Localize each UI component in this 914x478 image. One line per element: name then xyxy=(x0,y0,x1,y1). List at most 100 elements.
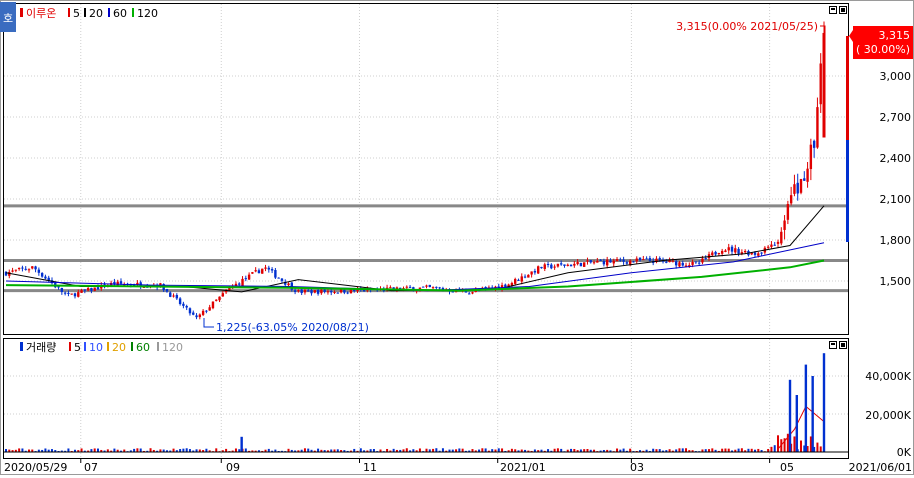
candle-body xyxy=(93,287,96,291)
candle-body xyxy=(274,270,277,278)
candle-body xyxy=(757,253,760,256)
legend-ma20-marker xyxy=(84,8,86,17)
legend-vma5-marker xyxy=(69,342,71,351)
candle-body xyxy=(63,292,67,294)
volume-bar xyxy=(96,448,99,452)
candle-body xyxy=(90,287,93,291)
candle-body xyxy=(471,292,474,294)
candle-body xyxy=(773,244,776,246)
x-tick: 07 xyxy=(84,461,98,474)
volume-bar xyxy=(711,448,714,452)
volume-bar xyxy=(497,448,500,452)
candle-body xyxy=(67,292,70,294)
candle-body xyxy=(648,258,652,261)
candle-body xyxy=(323,289,326,292)
price-tick: 2,100 xyxy=(880,193,912,206)
candle-body xyxy=(330,291,333,293)
volume-tick: 0K xyxy=(897,446,912,459)
candle-body xyxy=(789,195,793,204)
candle-body xyxy=(287,283,290,286)
candle-body xyxy=(435,286,438,288)
volume-panel xyxy=(3,338,849,459)
candle-body xyxy=(451,291,454,293)
volume-bar xyxy=(685,448,688,452)
price-tick: 3,000 xyxy=(880,70,912,83)
candle-body xyxy=(96,287,100,290)
candle-body xyxy=(14,269,18,271)
volume-bar xyxy=(244,448,247,452)
badge-percent: ( 30.00%) xyxy=(856,43,910,56)
candle-body xyxy=(556,263,560,267)
candle-body xyxy=(247,274,251,280)
legend-ma120-marker xyxy=(132,8,134,17)
volume-bar xyxy=(622,448,625,452)
volume-bar xyxy=(740,448,743,452)
candle-body xyxy=(684,265,688,267)
candle-body xyxy=(665,261,668,263)
candle-body xyxy=(576,262,579,265)
volume-tick: 40,000K xyxy=(865,370,911,383)
badge-price: 3,315 xyxy=(879,29,911,42)
candle-body xyxy=(589,260,592,263)
volume-bar xyxy=(405,448,408,452)
volume-bar xyxy=(616,448,619,452)
candle-body xyxy=(592,262,596,264)
candle-body xyxy=(717,253,721,255)
chart-canvas: 호 이루온 5 20 60 120 거래량 5 10 20 60 120 3,3… xyxy=(0,0,914,475)
candle-body xyxy=(527,274,530,278)
legend-ma5-label: 5 xyxy=(73,7,80,20)
legend-marker xyxy=(20,8,23,17)
candle-body-last xyxy=(822,32,826,138)
candle-body xyxy=(116,281,119,286)
candle-body xyxy=(612,260,615,264)
candle-body xyxy=(619,259,622,261)
candle-body xyxy=(622,259,625,262)
legend-ma60-label: 60 xyxy=(113,7,127,20)
candle-body xyxy=(632,261,635,263)
volume-bar xyxy=(556,448,559,452)
candle-body xyxy=(175,294,179,299)
candle-body xyxy=(77,292,80,297)
candle-body xyxy=(165,289,169,292)
candle-body xyxy=(201,310,205,315)
volume-bar xyxy=(113,448,116,452)
x-tick: 03 xyxy=(630,461,644,474)
candle-body xyxy=(425,285,428,287)
x-tick: 11 xyxy=(363,461,377,474)
candle-body xyxy=(241,278,244,286)
legend-stock-name: 이루온 xyxy=(26,7,56,20)
volume-bar xyxy=(418,448,421,452)
volume-spike xyxy=(804,364,808,452)
legend-ma20-label: 20 xyxy=(89,7,103,20)
maximize-icon-bar xyxy=(831,343,835,345)
volume-bar xyxy=(234,448,237,452)
price-legend: 이루온 5 20 60 120 xyxy=(20,7,158,20)
candle-body xyxy=(816,107,819,148)
candle-body xyxy=(215,299,218,301)
candle-body xyxy=(428,284,431,288)
candle-body xyxy=(540,266,543,269)
volume-bar xyxy=(149,448,152,452)
volume-bar xyxy=(139,448,142,452)
price-tick: 2,400 xyxy=(880,152,912,165)
candle-body xyxy=(31,266,34,269)
candle-body xyxy=(569,264,573,267)
legend-vma60-label: 60 xyxy=(136,341,150,354)
candle-body xyxy=(694,261,698,263)
candle-body xyxy=(579,262,583,267)
candle-body xyxy=(336,292,339,294)
candle-body xyxy=(704,258,707,260)
candle-body xyxy=(300,289,303,294)
volume-bar xyxy=(780,439,783,452)
candle-body xyxy=(605,259,609,266)
legend-ma60-marker xyxy=(108,8,110,17)
close-icon-fill xyxy=(841,8,845,12)
legend-vma10-label: 10 xyxy=(89,341,103,354)
legend-volume-name: 거래량 xyxy=(26,341,56,354)
candle-body xyxy=(645,258,648,260)
close-icon-fill xyxy=(841,343,845,347)
candle-body xyxy=(244,278,248,280)
candle-body xyxy=(573,263,576,266)
volume-bar xyxy=(317,448,320,452)
candle-body xyxy=(86,288,90,291)
